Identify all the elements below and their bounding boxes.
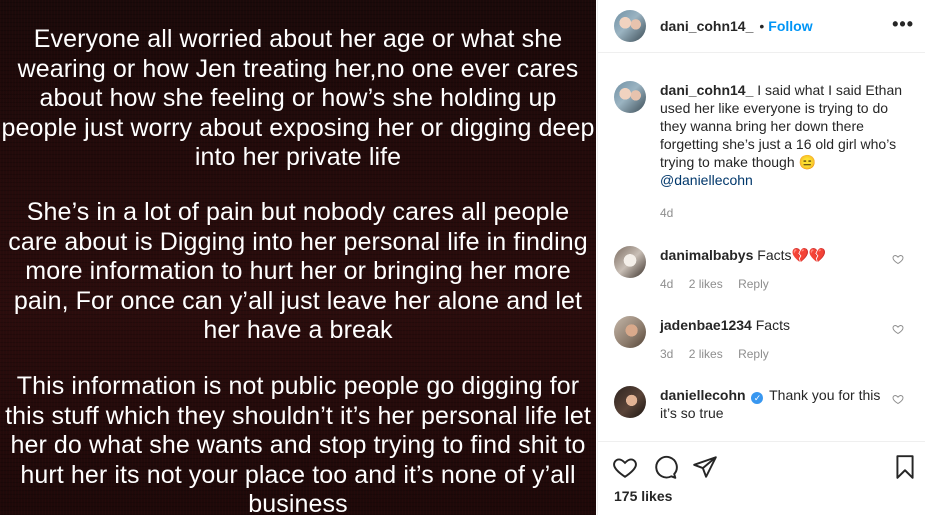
comment: jadenbae1234 Facts 3d 2 likes Reply [614,316,910,363]
reply-button[interactable]: Reply [738,347,769,361]
caption-timestamp[interactable]: 4d [660,204,910,222]
comment-text: Facts [757,247,792,263]
image-text-paragraph-2: She’s in a lot of pain but nobody cares … [8,198,588,344]
post-header: dani_cohn14_ • Follow ••• [598,0,925,53]
comment-username[interactable]: danimalbabys [660,247,753,263]
like-heart-icon[interactable] [612,454,638,480]
post-sidebar: dani_cohn14_ • Follow ••• dani_cohn14_ I… [597,0,925,515]
avatar[interactable] [614,81,646,113]
comment-username[interactable]: daniellecohn [660,387,746,403]
avatar[interactable] [614,386,646,418]
comments-list[interactable]: dani_cohn14_ I said what I said Ethan us… [598,53,925,441]
comment-text: Facts [755,317,790,333]
comment: danimalbabys Facts💔💔 4d 2 likes Reply [614,246,910,293]
avatar[interactable] [614,246,646,278]
likes-count[interactable]: 175 likes [614,488,672,504]
like-comment-heart-icon[interactable] [892,253,904,265]
follow-button[interactable]: Follow [768,18,812,34]
share-paper-plane-icon[interactable] [692,454,718,480]
like-comment-heart-icon[interactable] [892,393,904,405]
caption-username[interactable]: dani_cohn14_ [660,82,753,98]
caption: dani_cohn14_ I said what I said Ethan us… [614,81,910,222]
post-image[interactable]: Everyone all worried about her age or wh… [0,0,596,515]
comment-likes[interactable]: 2 likes [689,347,723,361]
separator-dot: • [759,18,765,34]
verified-badge-icon: ✓ [751,392,764,404]
comment: daniellecohn ✓ Thank you for this it’s s… [614,386,910,422]
broken-heart-emoji: 💔💔 [791,247,827,263]
more-options-icon[interactable]: ••• [892,14,914,35]
image-text-paragraph-3: This information is not public people go… [5,372,591,515]
comment-likes[interactable]: 2 likes [689,277,723,291]
post-actions: 175 likes [598,441,925,516]
reply-button[interactable]: Reply [738,277,769,291]
caption-mention-link[interactable]: @daniellecohn [660,172,753,188]
comment-timestamp[interactable]: 4d [660,277,673,291]
comment-bubble-icon[interactable] [652,454,678,480]
save-bookmark-icon[interactable] [892,454,918,480]
comment-timestamp[interactable]: 3d [660,347,673,361]
header-username[interactable]: dani_cohn14_ [660,18,753,34]
like-comment-heart-icon[interactable] [892,323,904,335]
avatar[interactable] [614,10,646,42]
image-text-paragraph-1: Everyone all worried about her age or wh… [1,25,595,171]
avatar[interactable] [614,316,646,348]
comment-username[interactable]: jadenbae1234 [660,317,752,333]
